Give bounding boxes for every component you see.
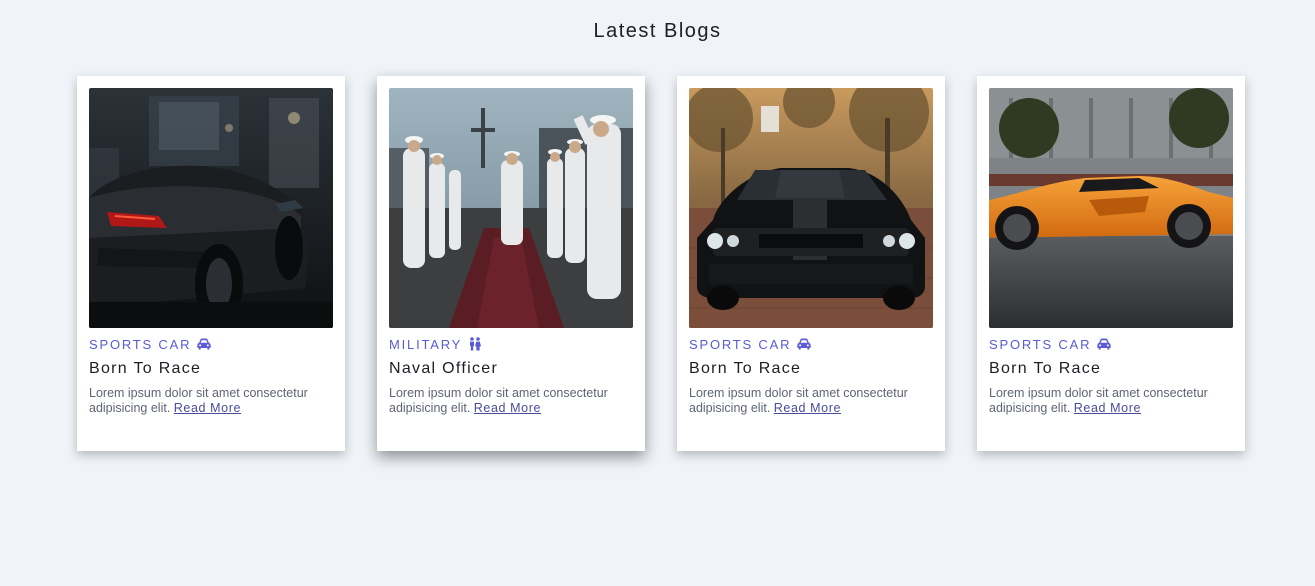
category-label: MILITARY <box>389 336 463 352</box>
people-icon <box>467 337 483 351</box>
blog-card-image[interactable] <box>689 88 933 328</box>
blog-card-image[interactable] <box>989 88 1233 328</box>
black-muscle-car-front-photo <box>689 88 933 328</box>
car-icon <box>796 337 812 351</box>
blog-card-excerpt: Lorem ipsum dolor sit amet consectetur a… <box>989 386 1233 416</box>
blog-card[interactable]: SPORTS CAR Born To Race Lorem ipsum dolo… <box>977 76 1245 451</box>
car-icon <box>196 337 212 351</box>
blog-card[interactable]: SPORTS CAR Born To Race Lorem ipsum dolo… <box>77 76 345 451</box>
blog-card-category: SPORTS CAR <box>89 336 333 352</box>
blog-card-list: SPORTS CAR Born To Race Lorem ipsum dolo… <box>77 76 1245 451</box>
black-sports-car-rear-photo <box>89 88 333 328</box>
blog-card-category: MILITARY <box>389 336 633 352</box>
blog-card-title: Born To Race <box>989 360 1102 377</box>
blog-card-title: Naval Officer <box>389 360 499 377</box>
orange-supercar-side-photo <box>989 88 1233 328</box>
blog-card-image[interactable] <box>89 88 333 328</box>
blog-card-image[interactable] <box>389 88 633 328</box>
read-more-link[interactable]: Read More <box>1074 401 1141 415</box>
section-title: Latest Blogs <box>593 20 722 42</box>
blog-card-category: SPORTS CAR <box>989 336 1233 352</box>
blog-section: Latest Blogs SPORTS CAR Born To Race Lor… <box>0 0 1315 586</box>
car-icon <box>1096 337 1112 351</box>
read-more-link[interactable]: Read More <box>174 401 241 415</box>
naval-officers-saluting-photo <box>389 88 633 328</box>
blog-card-excerpt: Lorem ipsum dolor sit amet consectetur a… <box>389 386 633 416</box>
blog-card-title: Born To Race <box>89 360 202 377</box>
blog-card[interactable]: MILITARY Naval Officer Lorem ipsum dolor… <box>377 76 645 451</box>
blog-card[interactable]: SPORTS CAR Born To Race Lorem ipsum dolo… <box>677 76 945 451</box>
category-label: SPORTS CAR <box>989 336 1092 352</box>
category-label: SPORTS CAR <box>689 336 792 352</box>
blog-card-excerpt: Lorem ipsum dolor sit amet consectetur a… <box>89 386 333 416</box>
read-more-link[interactable]: Read More <box>474 401 541 415</box>
blog-card-title: Born To Race <box>689 360 802 377</box>
blog-card-category: SPORTS CAR <box>689 336 933 352</box>
blog-card-excerpt: Lorem ipsum dolor sit amet consectetur a… <box>689 386 933 416</box>
read-more-link[interactable]: Read More <box>774 401 841 415</box>
category-label: SPORTS CAR <box>89 336 192 352</box>
